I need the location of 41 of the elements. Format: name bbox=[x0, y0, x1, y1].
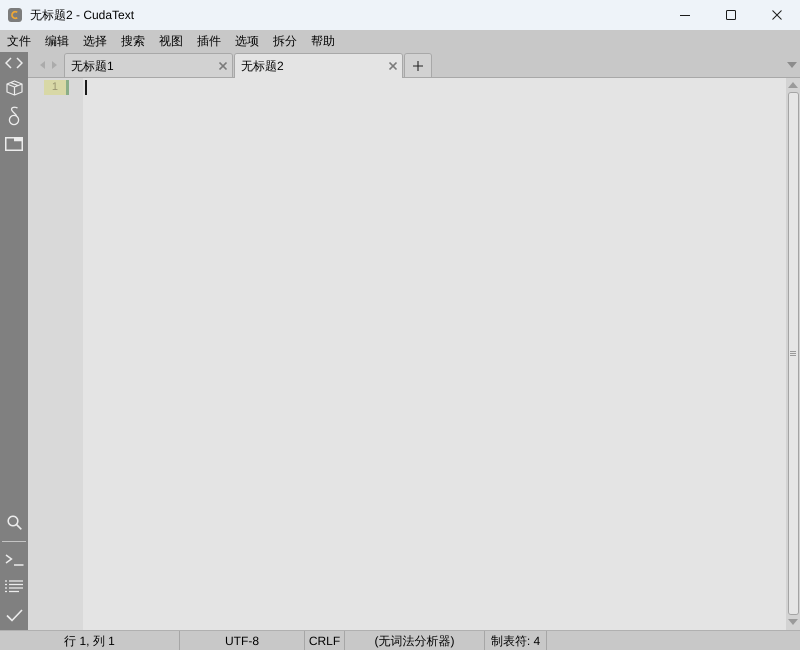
window-title: 无标题2 - CudaText bbox=[30, 7, 134, 24]
plus-icon[interactable] bbox=[413, 60, 423, 70]
cursor-position[interactable]: 行 1, 列 1 bbox=[0, 631, 180, 650]
menu-item[interactable]: 拆分 bbox=[266, 30, 304, 52]
lexer-name[interactable]: (无词法分析器) bbox=[345, 631, 485, 650]
check-icon[interactable] bbox=[6, 609, 22, 622]
line-ending[interactable]: CRLF bbox=[305, 631, 345, 650]
window-icon[interactable] bbox=[5, 137, 23, 151]
menu-item[interactable]: 文件 bbox=[0, 30, 38, 52]
list-icon[interactable] bbox=[5, 580, 23, 594]
cube-icon[interactable] bbox=[6, 80, 22, 96]
terminal-icon[interactable] bbox=[4, 554, 24, 566]
menu-item[interactable]: 视图 bbox=[152, 30, 190, 52]
delta-icon[interactable] bbox=[8, 106, 20, 126]
new-tab-button[interactable] bbox=[404, 53, 432, 77]
close-tab-icon[interactable] bbox=[389, 62, 397, 70]
menu-item[interactable]: 选择 bbox=[76, 30, 114, 52]
tab[interactable]: 无标题2 bbox=[234, 53, 403, 78]
tab[interactable]: 无标题1 bbox=[64, 53, 233, 77]
scrollbar-thumb[interactable] bbox=[788, 92, 798, 615]
app-logo-icon bbox=[8, 8, 22, 22]
minimize-icon[interactable] bbox=[680, 14, 690, 16]
menu-item[interactable]: 搜索 bbox=[114, 30, 152, 52]
maximize-icon[interactable] bbox=[726, 10, 736, 20]
line-number: 1 bbox=[44, 80, 66, 95]
scroll-up-icon[interactable] bbox=[788, 82, 798, 88]
menu-item[interactable]: 编辑 bbox=[38, 30, 76, 52]
code-brackets-icon[interactable] bbox=[5, 57, 23, 69]
close-icon[interactable] bbox=[772, 10, 782, 20]
menu-item[interactable]: 插件 bbox=[190, 30, 228, 52]
menu-item[interactable]: 帮助 bbox=[304, 30, 342, 52]
dropdown-caret-icon[interactable] bbox=[787, 62, 797, 68]
scroll-down-icon[interactable] bbox=[788, 619, 798, 625]
close-tab-icon[interactable] bbox=[219, 62, 227, 70]
encoding[interactable]: UTF-8 bbox=[180, 631, 305, 650]
tab-size[interactable]: 制表符: 4 bbox=[485, 631, 547, 650]
grip-icon bbox=[790, 351, 796, 356]
text-cursor bbox=[85, 80, 87, 95]
search-icon[interactable] bbox=[6, 514, 22, 530]
menu-item[interactable]: 选项 bbox=[228, 30, 266, 52]
scrollbar-track[interactable] bbox=[786, 78, 800, 630]
